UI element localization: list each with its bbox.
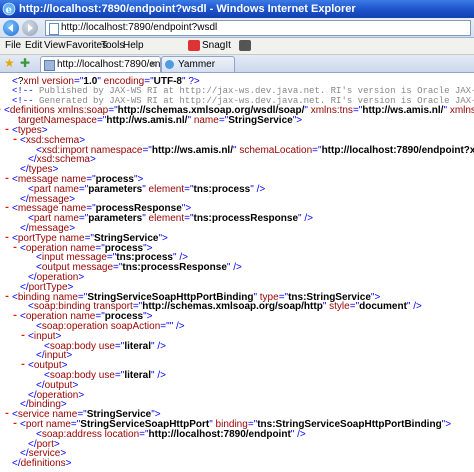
collapse-toggle[interactable]: - [20,331,26,342]
xml-line: targetNamespace="http://ws.amis.nl/" nam… [18,115,303,127]
window-title-bar: e http://localhost:7890/endpoint?wsdl - … [0,0,474,18]
menu-tools[interactable]: Tools [101,38,124,54]
snagit-label: SnagIt [202,40,231,51]
xml-line: <soap:address location="http://localhost… [36,428,306,440]
forward-button[interactable] [22,20,38,36]
collapse-toggle[interactable]: - [4,233,10,244]
xml-line: </definitions> [12,458,72,470]
menu-help[interactable]: Help [123,38,144,54]
forward-arrow-icon [28,24,33,32]
page-icon [49,23,59,35]
xml-document: <?xml version="1.0" encoding="UTF-8" ?> <… [0,73,474,472]
back-arrow-icon [8,24,13,32]
tab-yammer[interactable]: Yammer [161,56,235,72]
yammer-icon [165,60,174,69]
menu-bar: File Edit View Favorites Tools Help Snag… [0,38,474,55]
xml-line: <xsd:import namespace="http://ws.amis.nl… [36,144,474,156]
add-favorites-icon[interactable]: ✚ [20,57,30,69]
snagit-icon [188,39,200,51]
collapse-toggle[interactable]: - [4,125,10,136]
collapse-toggle[interactable]: - [12,243,18,254]
menu-view[interactable]: View [44,38,66,54]
snagit-button[interactable]: SnagIt [188,39,251,53]
collapse-toggle[interactable]: - [0,105,2,116]
tab-bar: ★ ✚ http://localhost:7890/en... ✕ Yammer [0,55,474,73]
collapse-toggle[interactable]: - [4,292,10,303]
svg-text:e: e [6,5,12,16]
internet-explorer-icon: e [2,2,16,16]
capture-icon[interactable] [238,39,251,51]
back-button[interactable] [3,20,19,36]
tab-label: http://localhost:7890/en... [57,59,161,70]
menu-edit[interactable]: Edit [25,38,42,54]
address-input[interactable]: http://localhost:7890/endpoint?wsdl [45,20,471,36]
collapse-toggle[interactable]: - [12,311,18,322]
close-tab-icon[interactable]: ✕ [149,57,157,72]
collapse-toggle[interactable]: - [4,203,10,214]
tab-label: Yammer [178,59,216,70]
address-url: http://localhost:7890/endpoint?wsdl [61,22,218,33]
collapse-toggle[interactable]: - [12,419,18,430]
window-title: http://localhost:7890/endpoint?wsdl - Wi… [19,3,356,15]
collapse-toggle[interactable]: - [20,360,26,371]
page-tab-icon [44,60,55,71]
address-toolbar: http://localhost:7890/endpoint?wsdl [0,18,474,38]
tab-endpoint[interactable]: http://localhost:7890/en... ✕ [40,56,161,72]
collapse-toggle[interactable]: - [12,135,18,146]
menu-file[interactable]: File [5,38,21,54]
collapse-toggle[interactable]: - [4,409,10,420]
favorites-star-icon[interactable]: ★ [4,57,15,69]
collapse-toggle[interactable]: - [4,174,10,185]
